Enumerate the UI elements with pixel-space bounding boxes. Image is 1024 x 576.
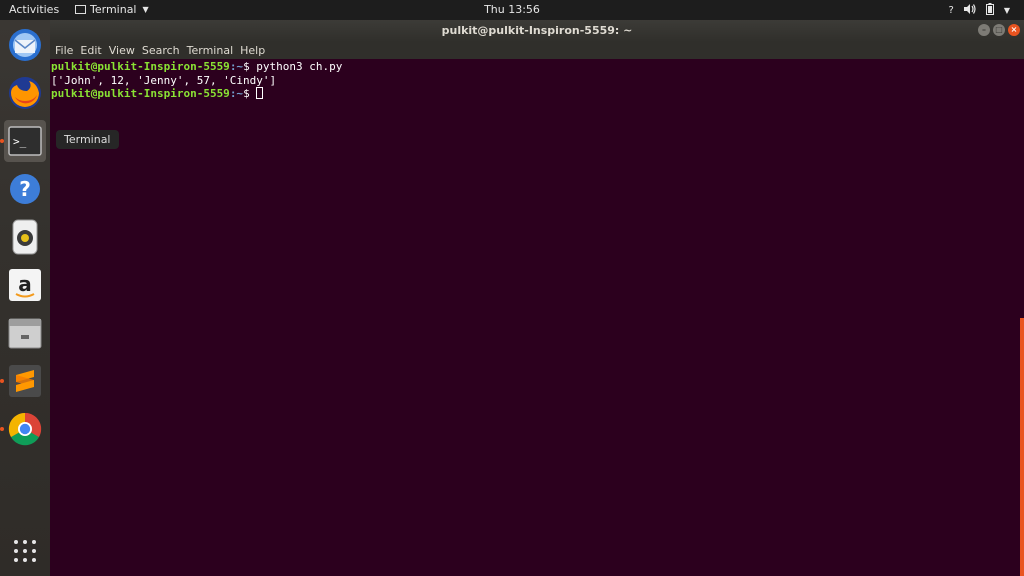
rhythmbox-icon — [12, 219, 38, 255]
dock-chrome[interactable] — [0, 408, 46, 450]
battery-icon[interactable] — [985, 3, 994, 18]
terminal-window: pulkit@pulkit-Inspiron-5559: ~ – □ × Fil… — [50, 20, 1024, 576]
prompt-path: :~ — [229, 87, 244, 100]
files-icon — [8, 318, 42, 349]
prompt-path: :~ — [229, 60, 244, 73]
clock-container: Thu 13:56 — [0, 3, 1024, 16]
dock-firefox[interactable] — [4, 72, 46, 114]
dock-amazon[interactable]: a — [4, 264, 46, 306]
menu-bar: File Edit View Search Terminal Help — [50, 42, 1024, 59]
running-indicator — [0, 379, 4, 383]
text-cursor — [256, 87, 264, 99]
window-controls: – □ × — [978, 24, 1020, 36]
top-bar: Activities Terminal ▼ Thu 13:56 ? ▼ — [0, 0, 1024, 20]
scroll-indicator[interactable] — [1020, 318, 1024, 576]
terminal-line-2: ['John', 12, 'Jenny', 57, 'Cindy'] — [51, 73, 277, 87]
svg-text:?: ? — [19, 177, 31, 201]
terminal-output[interactable]: pulkit@pulkit-Inspiron-5559:~$ python3 c… — [51, 60, 342, 101]
system-tray[interactable]: ? ▼ — [949, 3, 1010, 18]
maximize-icon[interactable]: □ — [993, 24, 1005, 36]
dock-thunderbird[interactable] — [4, 24, 46, 66]
app-grid-icon — [14, 540, 36, 562]
menu-file[interactable]: File — [55, 42, 73, 59]
menu-search[interactable]: Search — [142, 42, 180, 59]
dock-files[interactable] — [4, 312, 46, 354]
command-text: $ — [243, 87, 257, 100]
running-indicator — [0, 427, 4, 431]
terminal-line-3: pulkit@pulkit-Inspiron-5559:~$ — [51, 87, 342, 101]
menu-edit[interactable]: Edit — [80, 42, 101, 59]
dock-terminal[interactable]: >_ — [0, 120, 46, 162]
window-title: pulkit@pulkit-Inspiron-5559: ~ — [441, 24, 633, 37]
dock-help[interactable]: ? — [4, 168, 46, 210]
svg-text:>_: >_ — [13, 135, 27, 148]
menu-help[interactable]: Help — [240, 42, 265, 59]
dock-show-apps[interactable] — [4, 530, 46, 572]
dock: >_ ? a — [0, 20, 50, 576]
sublime-text-icon — [9, 365, 41, 397]
help-icon: ? — [10, 174, 40, 204]
firefox-icon — [9, 77, 41, 109]
minimize-icon[interactable]: – — [978, 24, 990, 36]
dock-tooltip: Terminal — [56, 130, 119, 149]
window-titlebar[interactable]: pulkit@pulkit-Inspiron-5559: ~ – □ × — [50, 20, 1024, 42]
prompt-user-host: pulkit@pulkit-Inspiron-5559 — [51, 60, 230, 73]
amazon-icon: a — [9, 269, 41, 301]
help-tray-icon[interactable]: ? — [949, 5, 954, 16]
command-text: $ python3 ch.py — [243, 60, 343, 73]
menu-terminal[interactable]: Terminal — [187, 42, 234, 59]
svg-text:a: a — [18, 272, 32, 296]
dock-sublime[interactable] — [0, 360, 46, 402]
caret-down-icon[interactable]: ▼ — [1004, 6, 1010, 15]
chrome-icon — [8, 412, 42, 446]
terminal-line-1: pulkit@pulkit-Inspiron-5559:~$ python3 c… — [51, 60, 342, 74]
close-icon[interactable]: × — [1008, 24, 1020, 36]
running-indicator — [0, 139, 4, 143]
clock[interactable]: Thu 13:56 — [484, 3, 540, 16]
thunderbird-icon — [9, 29, 41, 61]
dock-rhythmbox[interactable] — [4, 216, 46, 258]
terminal-icon: >_ — [8, 126, 42, 156]
prompt-user-host: pulkit@pulkit-Inspiron-5559 — [51, 87, 230, 100]
volume-icon[interactable] — [963, 4, 976, 17]
menu-view[interactable]: View — [109, 42, 135, 59]
